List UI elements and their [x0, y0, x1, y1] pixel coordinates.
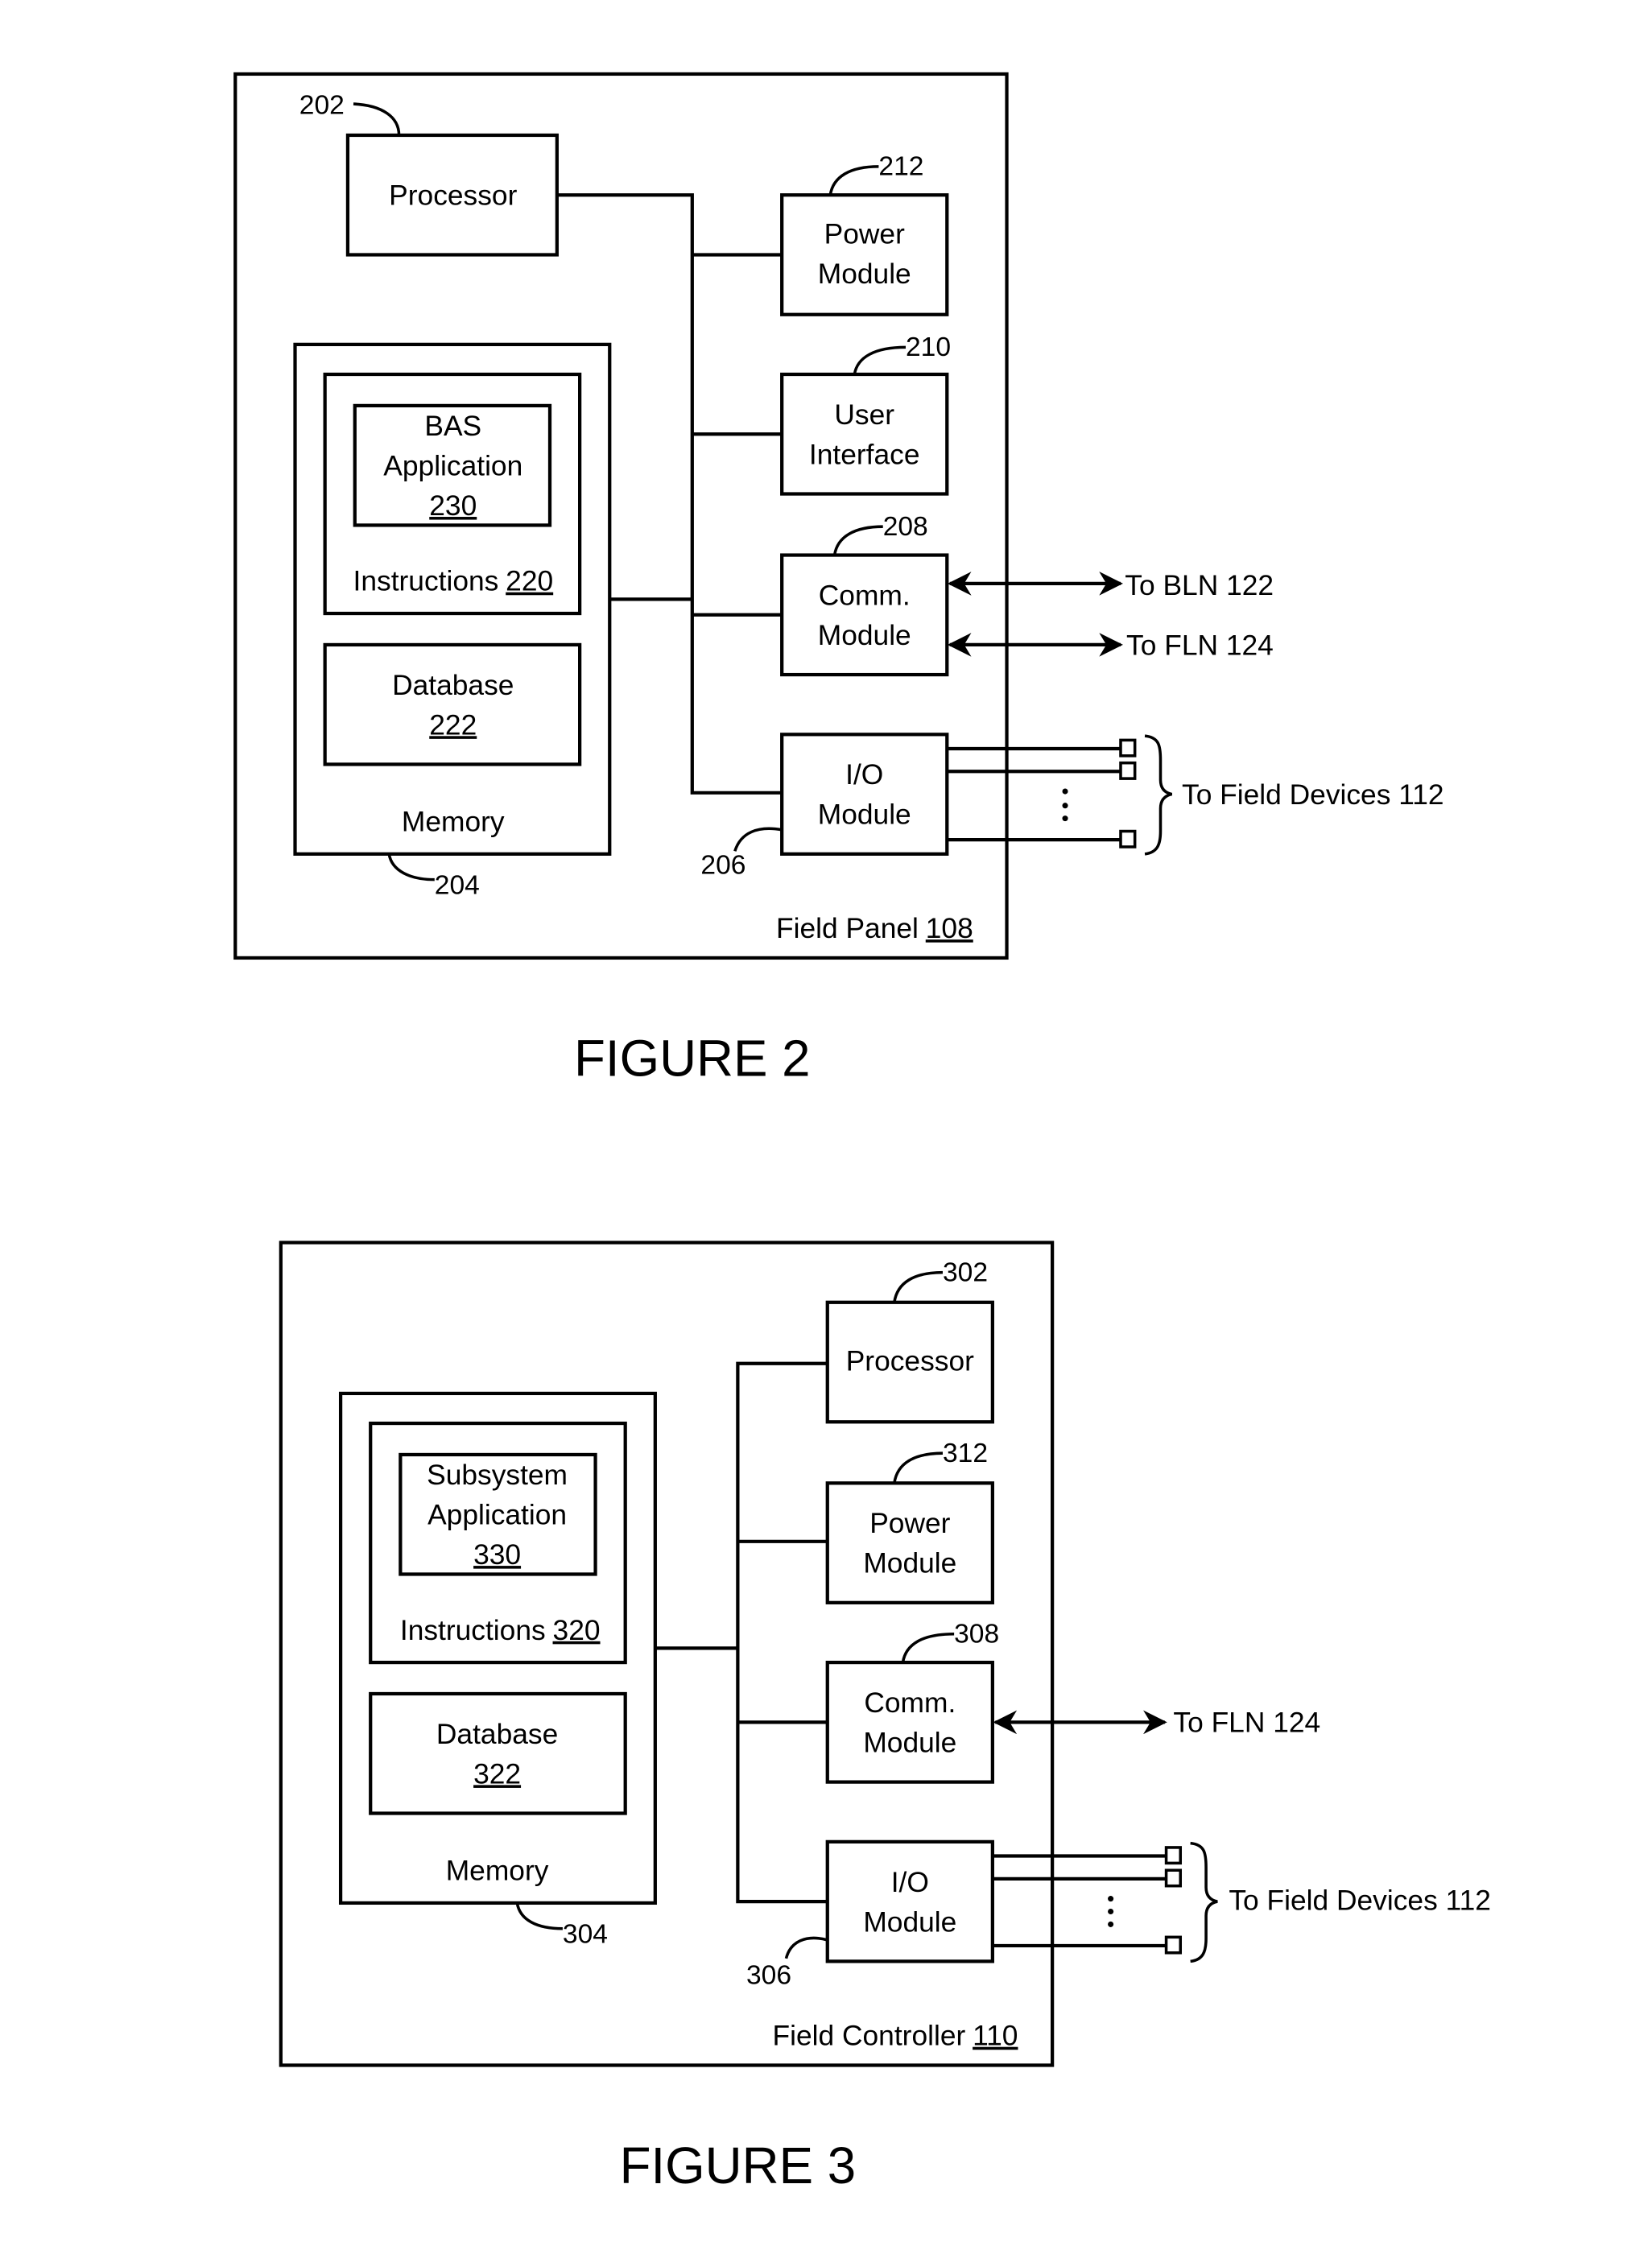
comm-module-line2: Module [863, 1727, 956, 1758]
instructions-ref: 220 [506, 566, 553, 597]
application-label-line2: Application [383, 451, 522, 482]
comm-module-ref: 208 [883, 512, 928, 542]
comm-module-box [825, 1660, 994, 1784]
database-box [369, 1691, 627, 1815]
memory-label: Memory [402, 807, 505, 838]
user-interface-line1: User [834, 399, 894, 431]
memory-ref: 304 [563, 1919, 608, 1949]
instructions-label: Instructions [400, 1615, 546, 1646]
database-label: Database [392, 670, 514, 701]
power-module-line1: Power [824, 218, 905, 250]
field-devices-label: To Field Devices 112 [1229, 1885, 1491, 1917]
database-label: Database [436, 1719, 558, 1750]
field-controller-label: Field Controller [773, 2021, 966, 2052]
io-module-box [780, 733, 949, 856]
io-module-ref: 306 [746, 1961, 791, 1991]
patent-figures-canvas: Processor 202 BAS Application 230 Instru… [233, 72, 1491, 2194]
application-ref: 230 [429, 490, 477, 522]
figure-2: Processor 202 BAS Application 230 Instru… [233, 72, 1444, 960]
application-ref: 330 [473, 1539, 521, 1571]
ellipsis-dot [1108, 1896, 1114, 1902]
field-terminal [1164, 1935, 1183, 1955]
field-devices-brace [1190, 1841, 1218, 1963]
memory-label: Memory [446, 1856, 549, 1887]
power-module-line1: Power [869, 1508, 950, 1539]
io-module-ref: 206 [700, 851, 745, 881]
application-label-line1: Subsystem [427, 1459, 568, 1491]
power-module-line2: Module [863, 1548, 956, 1579]
instructions-ref: 320 [553, 1615, 601, 1646]
comm-module-line1: Comm. [819, 580, 911, 611]
user-interface-ref: 210 [906, 332, 951, 362]
fln-link-label: To FLN 124 [1126, 630, 1274, 661]
power-module-ref: 212 [878, 151, 923, 181]
field-devices-brace [1144, 734, 1173, 856]
io-module-line1: I/O [891, 1867, 929, 1898]
memory-ref: 204 [435, 870, 480, 900]
database-ref: 322 [473, 1758, 521, 1790]
ellipsis-dot [1108, 1921, 1114, 1927]
comm-module-line1: Comm. [864, 1687, 956, 1719]
processor-label: Processor [846, 1346, 974, 1377]
ellipsis-dot [1062, 803, 1068, 809]
database-ref: 222 [429, 709, 477, 741]
processor-ref: 202 [299, 90, 345, 120]
user-interface-box [780, 372, 949, 496]
comm-module-line2: Module [818, 620, 911, 651]
user-interface-line2: Interface [809, 439, 920, 470]
comm-module-ref: 308 [954, 1619, 999, 1649]
field-panel-ref: 108 [926, 913, 973, 944]
field-panel-label: Field Panel [776, 913, 919, 944]
comm-module-box [780, 553, 949, 677]
bln-link-label: To BLN 122 [1125, 570, 1274, 601]
power-module-box [825, 1481, 994, 1604]
figure-3-caption: FIGURE 3 [620, 2137, 857, 2194]
field-terminal [1119, 738, 1137, 758]
field-terminal [1119, 829, 1137, 848]
ellipsis-dot [1062, 815, 1068, 822]
field-controller-ref: 110 [973, 2021, 1018, 2052]
io-module-line2: Module [818, 799, 911, 831]
power-module-line2: Module [818, 258, 911, 290]
io-module-box [825, 1839, 994, 1963]
io-module-line1: I/O [845, 759, 883, 791]
ellipsis-dot [1108, 1908, 1114, 1915]
field-terminal [1119, 761, 1137, 780]
field-terminal [1164, 1846, 1183, 1865]
application-label-line1: BAS [424, 411, 481, 442]
fln-link-label: To FLN 124 [1173, 1707, 1320, 1739]
io-module-line2: Module [863, 1906, 956, 1938]
processor-ref: 302 [943, 1257, 988, 1287]
database-box [323, 642, 582, 766]
power-module-ref: 312 [943, 1439, 988, 1468]
application-label-line2: Application [427, 1500, 567, 1531]
processor-label: Processor [389, 180, 517, 212]
figure-3: Subsystem Application 330 Instructions 3… [279, 1241, 1491, 2067]
figure-2-caption: FIGURE 2 [574, 1030, 811, 1088]
ellipsis-dot [1062, 788, 1068, 795]
power-module-box [780, 193, 949, 316]
field-terminal [1164, 1868, 1183, 1888]
field-devices-label: To Field Devices 112 [1182, 779, 1444, 811]
instructions-label: Instructions [353, 566, 499, 597]
